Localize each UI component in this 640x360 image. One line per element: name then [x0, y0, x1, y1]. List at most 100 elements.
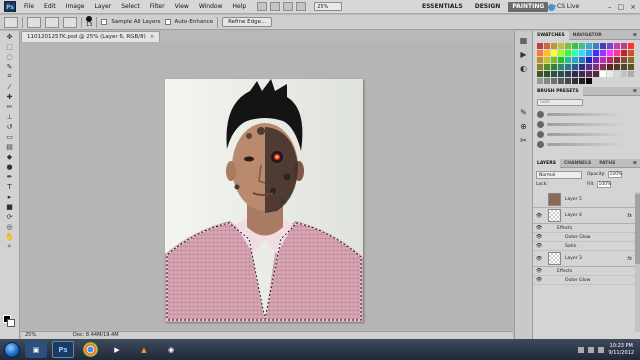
color-swatch[interactable]: [621, 71, 627, 77]
tab-paths[interactable]: PATHS: [595, 159, 619, 168]
workspace-design[interactable]: DESIGN: [471, 2, 505, 12]
color-swatch[interactable]: [551, 43, 557, 49]
color-swatch[interactable]: [558, 43, 564, 49]
color-swatch[interactable]: [537, 43, 543, 49]
color-swatch[interactable]: [607, 71, 613, 77]
eye-icon[interactable]: 👁: [535, 268, 543, 274]
opacity-input[interactable]: 100%: [607, 171, 622, 178]
brush-preset-item[interactable]: [537, 141, 631, 148]
color-swatch[interactable]: [537, 78, 543, 84]
actions-panel-icon[interactable]: ▶: [518, 49, 530, 59]
hand-tool-icon[interactable]: ✋: [3, 232, 17, 241]
hand-icon[interactable]: [283, 2, 294, 11]
color-swatch[interactable]: [607, 43, 613, 49]
color-swatch[interactable]: [628, 71, 634, 77]
color-swatch[interactable]: [593, 57, 599, 63]
chrome-taskbar-button[interactable]: [79, 341, 101, 358]
color-swatch[interactable]: [572, 43, 578, 49]
fill-input[interactable]: 100%: [596, 181, 611, 188]
canvas-area[interactable]: [21, 42, 513, 330]
volume-icon[interactable]: [598, 346, 605, 353]
tool-presets-panel-icon[interactable]: ✂: [518, 135, 530, 145]
tab-channels[interactable]: CHANNELS: [560, 159, 595, 168]
color-swatch[interactable]: [628, 64, 634, 70]
shape-tool-icon[interactable]: ■: [3, 202, 17, 211]
color-swatch[interactable]: [579, 50, 585, 56]
close-document-icon[interactable]: ×: [150, 34, 155, 40]
sample-all-layers-checkbox[interactable]: [101, 19, 108, 25]
vlc-icon[interactable]: ▲: [133, 341, 155, 358]
color-swatch[interactable]: [614, 57, 620, 63]
color-swatch[interactable]: [586, 71, 592, 77]
refine-edge-button[interactable]: Refine Edge...: [222, 17, 273, 27]
color-swatch[interactable]: [551, 78, 557, 84]
color-swatch[interactable]: [544, 78, 550, 84]
layers-scrollbar[interactable]: [635, 192, 640, 332]
auto-enhance-checkbox[interactable]: [164, 19, 171, 25]
color-swatch[interactable]: [579, 57, 585, 63]
color-swatch[interactable]: [551, 50, 557, 56]
color-swatch[interactable]: [586, 78, 592, 84]
color-swatch[interactable]: [565, 64, 571, 70]
color-swatch[interactable]: [593, 64, 599, 70]
eye-icon[interactable]: 👁: [535, 277, 543, 283]
document-tab[interactable]: 1101201257K.psd @ 25% (Layer 6, RGB/8) ×: [21, 31, 161, 42]
tab-navigator[interactable]: NAVIGATOR: [569, 31, 606, 40]
color-swatch[interactable]: [586, 50, 592, 56]
menu-filter[interactable]: Filter: [145, 0, 170, 14]
brush-preset-item[interactable]: [537, 131, 631, 138]
minimize-button[interactable]: –: [608, 2, 612, 12]
3d-rotate-tool-icon[interactable]: ⟳: [3, 212, 17, 221]
tab-swatches[interactable]: SWATCHES: [533, 30, 569, 40]
color-swatch[interactable]: [607, 50, 613, 56]
crop-tool-icon[interactable]: ⌗: [3, 72, 17, 81]
add-to-selection-icon[interactable]: [45, 16, 59, 28]
panel-menu-icon[interactable]: ≡: [633, 88, 637, 94]
blend-mode-select[interactable]: Normal: [536, 171, 582, 179]
dodge-tool-icon[interactable]: ●: [3, 162, 17, 171]
scrollbar-thumb[interactable]: [635, 194, 640, 264]
effect-outer-glow[interactable]: 👁 Outer Glow: [533, 233, 640, 242]
color-swatch[interactable]: [565, 71, 571, 77]
color-swatch[interactable]: [558, 71, 564, 77]
color-swatch[interactable]: [579, 64, 585, 70]
workspace-painting[interactable]: PAINTING: [508, 2, 549, 12]
effects-row[interactable]: 👁 Effects: [533, 267, 640, 276]
zoom-icon[interactable]: [296, 2, 307, 11]
color-swatch[interactable]: [593, 71, 599, 77]
color-swatch[interactable]: [600, 57, 606, 63]
layer-row-layer-4[interactable]: 👁 Layer 4 fx ▾: [533, 208, 640, 224]
media-center-icon[interactable]: ◉: [160, 341, 182, 358]
healing-brush-tool-icon[interactable]: ✚: [3, 92, 17, 101]
brush-preset-item[interactable]: [537, 121, 631, 128]
canvas-photo[interactable]: [165, 79, 363, 322]
color-swatch[interactable]: [579, 71, 585, 77]
brush-preset-item[interactable]: [537, 111, 631, 118]
eyedropper-tool-icon[interactable]: ⁄: [3, 82, 17, 91]
move-tool-icon[interactable]: ✥: [3, 32, 17, 41]
color-swatch[interactable]: [593, 50, 599, 56]
eye-icon[interactable]: 👁: [535, 243, 543, 249]
color-swatch[interactable]: [621, 43, 627, 49]
effects-row[interactable]: 👁 Effects: [533, 224, 640, 233]
color-swatch[interactable]: [614, 64, 620, 70]
color-swatch[interactable]: [607, 57, 613, 63]
media-player-icon[interactable]: ▶: [106, 341, 128, 358]
document-info[interactable]: Doc: 8.44M/19.4M: [73, 332, 119, 339]
taskbar-photoshop[interactable]: Ps: [52, 341, 74, 358]
color-swatch[interactable]: [544, 71, 550, 77]
workspace-essentials[interactable]: ESSENTIALS: [418, 2, 467, 12]
mini-bridge-icon[interactable]: [270, 2, 281, 11]
quick-selection-tool-icon[interactable]: ✎: [3, 62, 17, 71]
color-swatch[interactable]: [558, 50, 564, 56]
color-swatch[interactable]: [537, 57, 543, 63]
brush-picker[interactable]: 13: [86, 16, 92, 28]
tool-preset-picker[interactable]: [4, 16, 18, 28]
color-swatch[interactable]: [558, 57, 564, 63]
color-swatch[interactable]: [628, 57, 634, 63]
brush-panel-icon[interactable]: ✎: [518, 107, 530, 117]
history-panel-icon[interactable]: ▦: [518, 35, 530, 45]
color-swatch[interactable]: [586, 64, 592, 70]
color-swatch[interactable]: [600, 71, 606, 77]
clone-stamp-tool-icon[interactable]: ⊥: [3, 112, 17, 121]
